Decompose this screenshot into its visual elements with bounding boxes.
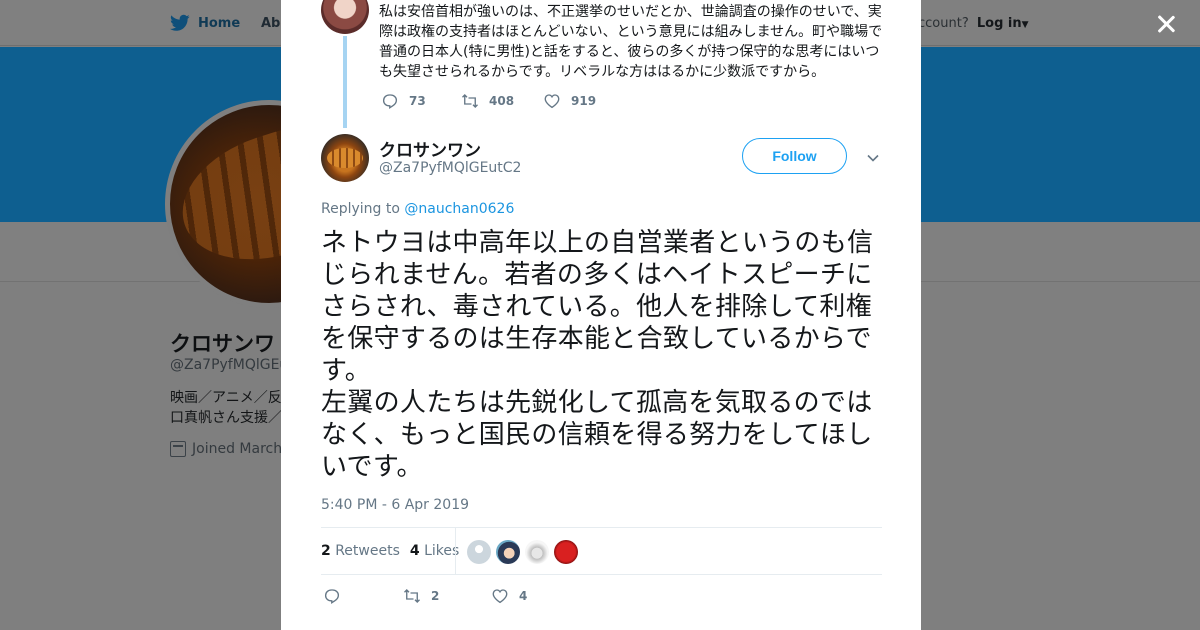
previous-tweet-actions: 73 408 919 [381,92,596,110]
replying-to: Replying to @nauchan0626 [321,201,514,217]
likes-label: Likes [424,543,460,559]
follow-button[interactable]: Follow [742,138,847,174]
nav-home-label: Home [198,15,241,31]
reply-icon [324,589,340,604]
retweet-count: 2 [321,543,331,559]
liker-avatar[interactable] [554,540,578,564]
nav-account-area: ccount? Log in▼ [918,16,1029,31]
profile-handle: @Za7PyfMQlGEu [170,357,289,373]
liker-avatar[interactable] [467,540,491,564]
retweet-action-count: 2 [431,589,440,603]
close-icon[interactable] [1152,10,1180,38]
liker-avatar[interactable] [525,540,549,564]
tweet-menu-button[interactable] [866,150,880,164]
liker-avatars [467,540,578,564]
tweet-stats: 2 Retweets 4 Likes [321,527,882,575]
heart-icon [544,94,560,109]
author-name[interactable]: クロサンワン [379,136,481,161]
retweets-stat[interactable]: 2 Retweets [321,543,400,559]
reply-button[interactable] [323,587,403,605]
previous-like-count: 919 [571,94,597,108]
thread-connector-line [343,36,347,128]
retweet-icon [462,94,478,108]
liker-avatar[interactable] [496,540,520,564]
replying-to-prefix: Replying to [321,201,400,217]
stats-divider [455,528,456,574]
previous-tweet-avatar[interactable] [321,0,369,34]
replying-to-link[interactable]: @nauchan0626 [404,201,514,217]
previous-reply-count: 73 [409,94,426,108]
previous-retweet-count: 408 [489,94,515,108]
nav-home-link[interactable]: Home [170,14,240,32]
previous-retweet-button[interactable]: 408 [461,92,543,110]
twitter-bird-icon [170,14,190,31]
tweet-text: ネトウヨは中高年以上の自営業者というのも信じられません。若者の多くはヘイトスピー… [321,228,874,482]
likes-stat[interactable]: 4 Likes [410,543,459,559]
profile-joined-text: Joined March [192,441,283,457]
author-handle[interactable]: @Za7PyfMQlGEutC2 [379,160,521,176]
tweet-modal: 私は安倍首相が強いのは、不正選挙のせいだとか、世論調査の操作のせいで、実際は政権… [281,0,921,630]
calendar-icon [170,441,186,457]
heart-icon [492,589,508,604]
retweets-label: Retweets [335,543,400,559]
profile-joined: Joined March [170,441,282,457]
tweet-timestamp[interactable]: 5:40 PM - 6 Apr 2019 [321,497,469,513]
reply-icon [382,94,398,109]
stats-counts: 2 Retweets 4 Likes [321,543,459,559]
profile-bio-line: 映画／アニメ／反 [170,390,282,406]
author-avatar[interactable] [321,134,369,182]
retweet-icon [404,589,420,603]
retweet-button[interactable]: 2 [403,587,491,605]
account-prompt: ccount? [918,16,969,31]
like-count: 4 [409,543,420,559]
profile-bio-line: 口真帆さん支援／ [170,410,282,426]
previous-tweet-text: 私は安倍首相が強いのは、不正選挙のせいだとか、世論調査の操作のせいで、実際は政権… [379,4,883,80]
tweet-actions: 2 4 [323,587,527,605]
profile-name: クロサンワ [170,332,275,356]
like-action-count: 4 [519,589,528,603]
profile-bio: 映画／アニメ／反 口真帆さん支援／ [170,388,290,428]
login-caret-icon[interactable]: ▼ [1022,20,1029,30]
like-button[interactable]: 4 [491,587,527,605]
login-link[interactable]: Log in [977,16,1022,31]
previous-reply-button[interactable]: 73 [381,92,461,110]
chevron-down-icon [867,154,879,162]
previous-like-button[interactable]: 919 [543,92,596,110]
